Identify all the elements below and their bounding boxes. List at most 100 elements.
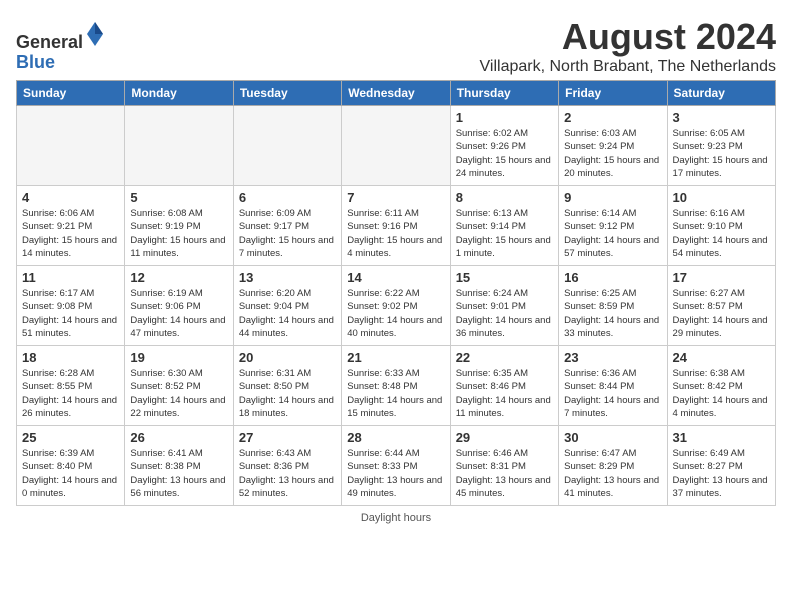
- table-row: 31 Sunrise: 6:49 AMSunset: 8:27 PMDayligh…: [667, 426, 775, 506]
- cell-info: Sunrise: 6:47 AMSunset: 8:29 PMDaylight:…: [564, 447, 661, 500]
- table-row: 14Sunrise: 6:22 AMSunset: 9:02 PMDayligh…: [342, 266, 450, 346]
- subtitle: Villapark, North Brabant, The Netherland…: [480, 58, 776, 76]
- calendar-week-row: 25 Sunrise: 6:39 AMSunset: 8:40 PMDayligh…: [17, 426, 776, 506]
- table-row: 19Sunrise: 6:30 AMSunset: 8:52 PMDayligh…: [125, 346, 233, 426]
- table-row: 21Sunrise: 6:33 AMSunset: 8:48 PMDayligh…: [342, 346, 450, 426]
- logo-blue-text: Blue: [16, 52, 55, 72]
- cell-day-number: 18: [22, 350, 119, 365]
- table-row: 30 Sunrise: 6:47 AMSunset: 8:29 PMDayligh…: [559, 426, 667, 506]
- table-row: 12 Sunrise: 6:19 AMSunset: 9:06 PMDayligh…: [125, 266, 233, 346]
- cell-day-number: 25: [22, 430, 119, 445]
- cell-info: Sunrise: 6:41 AMSunset: 8:38 PMDaylight:…: [130, 447, 227, 500]
- table-row: 10 Sunrise: 6:16 AMSunset: 9:10 PMDayligh…: [667, 186, 775, 266]
- cell-day-number: 10: [673, 190, 770, 205]
- table-row: 2 Sunrise: 6:03 AMSunset: 9:24 PMDaylight…: [559, 106, 667, 186]
- cell-day-number: 22: [456, 350, 553, 365]
- cell-day-number: 15: [456, 270, 553, 285]
- calendar-week-row: 18 Sunrise: 6:28 AMSunset: 8:55 PMDayligh…: [17, 346, 776, 426]
- table-row: 6Sunrise: 6:09 AMSunset: 9:17 PMDaylight…: [233, 186, 341, 266]
- cell-day-number: 8: [456, 190, 553, 205]
- cell-day-number: 17: [673, 270, 770, 285]
- cell-info: Sunrise: 6:27 AMSunset: 8:57 PMDaylight:…: [673, 287, 770, 340]
- calendar-header-cell: Wednesday: [342, 81, 450, 106]
- calendar-header-cell: Sunday: [17, 81, 125, 106]
- table-row: 15 Sunrise: 6:24 AMSunset: 9:01 PMDayligh…: [450, 266, 558, 346]
- calendar-header-cell: Friday: [559, 81, 667, 106]
- calendar-week-row: 4 Sunrise: 6:06 AMSunset: 9:21 PMDaylight…: [17, 186, 776, 266]
- cell-day-number: 30: [564, 430, 661, 445]
- calendar-week-row: 11 Sunrise: 6:17 AMSunset: 9:08 PMDayligh…: [17, 266, 776, 346]
- calendar-body: 1 Sunrise: 6:02 AMSunset: 9:26 PMDaylight…: [17, 106, 776, 506]
- cell-info: Sunrise: 6:02 AMSunset: 9:26 PMDaylight:…: [456, 127, 553, 180]
- title-area: August 2024 Villapark, North Brabant, Th…: [480, 16, 776, 76]
- cell-info: Sunrise: 6:03 AMSunset: 9:24 PMDaylight:…: [564, 127, 661, 180]
- table-row: [125, 106, 233, 186]
- cell-day-number: 31: [673, 430, 770, 445]
- table-row: [17, 106, 125, 186]
- cell-info: Sunrise: 6:39 AMSunset: 8:40 PMDaylight:…: [22, 447, 119, 500]
- table-row: 27Sunrise: 6:43 AMSunset: 8:36 PMDayligh…: [233, 426, 341, 506]
- table-row: 11 Sunrise: 6:17 AMSunset: 9:08 PMDayligh…: [17, 266, 125, 346]
- table-row: 24 Sunrise: 6:38 AMSunset: 8:42 PMDayligh…: [667, 346, 775, 426]
- table-row: 16 Sunrise: 6:25 AMSunset: 8:59 PMDayligh…: [559, 266, 667, 346]
- cell-info: Sunrise: 6:17 AMSunset: 9:08 PMDaylight:…: [22, 287, 119, 340]
- cell-info: Sunrise: 6:20 AMSunset: 9:04 PMDaylight:…: [239, 287, 336, 340]
- cell-info: Sunrise: 6:31 AMSunset: 8:50 PMDaylight:…: [239, 367, 336, 420]
- calendar-week-row: 1 Sunrise: 6:02 AMSunset: 9:26 PMDaylight…: [17, 106, 776, 186]
- cell-day-number: 13: [239, 270, 336, 285]
- calendar-header-cell: Thursday: [450, 81, 558, 106]
- cell-info: Sunrise: 6:33 AMSunset: 8:48 PMDaylight:…: [347, 367, 444, 420]
- cell-info: Sunrise: 6:49 AMSunset: 8:27 PMDaylight:…: [673, 447, 770, 500]
- table-row: 22 Sunrise: 6:35 AMSunset: 8:46 PMDayligh…: [450, 346, 558, 426]
- main-title: August 2024: [480, 16, 776, 58]
- calendar-header-cell: Monday: [125, 81, 233, 106]
- cell-day-number: 16: [564, 270, 661, 285]
- cell-info: Sunrise: 6:05 AMSunset: 9:23 PMDaylight:…: [673, 127, 770, 180]
- cell-info: Sunrise: 6:06 AMSunset: 9:21 PMDaylight:…: [22, 207, 119, 260]
- cell-info: Sunrise: 6:13 AMSunset: 9:14 PMDaylight:…: [456, 207, 553, 260]
- table-row: [342, 106, 450, 186]
- cell-day-number: 23: [564, 350, 661, 365]
- cell-info: Sunrise: 6:35 AMSunset: 8:46 PMDaylight:…: [456, 367, 553, 420]
- table-row: 25 Sunrise: 6:39 AMSunset: 8:40 PMDayligh…: [17, 426, 125, 506]
- cell-day-number: 27: [239, 430, 336, 445]
- table-row: 3Sunrise: 6:05 AMSunset: 9:23 PMDaylight…: [667, 106, 775, 186]
- cell-day-number: 28: [347, 430, 444, 445]
- logo: General Blue: [16, 20, 105, 73]
- table-row: 29Sunrise: 6:46 AMSunset: 8:31 PMDayligh…: [450, 426, 558, 506]
- cell-day-number: 7: [347, 190, 444, 205]
- cell-day-number: 14: [347, 270, 444, 285]
- logo-general-text: General: [16, 32, 83, 52]
- calendar-header-cell: Tuesday: [233, 81, 341, 106]
- cell-info: Sunrise: 6:30 AMSunset: 8:52 PMDaylight:…: [130, 367, 227, 420]
- cell-info: Sunrise: 6:28 AMSunset: 8:55 PMDaylight:…: [22, 367, 119, 420]
- cell-day-number: 12: [130, 270, 227, 285]
- table-row: 5Sunrise: 6:08 AMSunset: 9:19 PMDaylight…: [125, 186, 233, 266]
- calendar: SundayMondayTuesdayWednesdayThursdayFrid…: [16, 80, 776, 506]
- cell-info: Sunrise: 6:38 AMSunset: 8:42 PMDaylight:…: [673, 367, 770, 420]
- table-row: 4 Sunrise: 6:06 AMSunset: 9:21 PMDaylight…: [17, 186, 125, 266]
- cell-info: Sunrise: 6:11 AMSunset: 9:16 PMDaylight:…: [347, 207, 444, 260]
- cell-day-number: 24: [673, 350, 770, 365]
- table-row: 26Sunrise: 6:41 AMSunset: 8:38 PMDayligh…: [125, 426, 233, 506]
- table-row: 18 Sunrise: 6:28 AMSunset: 8:55 PMDayligh…: [17, 346, 125, 426]
- cell-info: Sunrise: 6:24 AMSunset: 9:01 PMDaylight:…: [456, 287, 553, 340]
- cell-day-number: 1: [456, 110, 553, 125]
- calendar-header-row: SundayMondayTuesdayWednesdayThursdayFrid…: [17, 81, 776, 106]
- cell-info: Sunrise: 6:19 AMSunset: 9:06 PMDaylight:…: [130, 287, 227, 340]
- cell-info: Sunrise: 6:36 AMSunset: 8:44 PMDaylight:…: [564, 367, 661, 420]
- logo-icon: [85, 20, 105, 48]
- cell-day-number: 5: [130, 190, 227, 205]
- cell-info: Sunrise: 6:25 AMSunset: 8:59 PMDaylight:…: [564, 287, 661, 340]
- table-row: [233, 106, 341, 186]
- cell-day-number: 9: [564, 190, 661, 205]
- cell-info: Sunrise: 6:16 AMSunset: 9:10 PMDaylight:…: [673, 207, 770, 260]
- cell-day-number: 11: [22, 270, 119, 285]
- table-row: 7 Sunrise: 6:11 AMSunset: 9:16 PMDaylight…: [342, 186, 450, 266]
- cell-info: Sunrise: 6:14 AMSunset: 9:12 PMDaylight:…: [564, 207, 661, 260]
- cell-day-number: 4: [22, 190, 119, 205]
- cell-day-number: 2: [564, 110, 661, 125]
- footer-note: Daylight hours: [16, 512, 776, 524]
- cell-day-number: 6: [239, 190, 336, 205]
- table-row: 8 Sunrise: 6:13 AMSunset: 9:14 PMDaylight…: [450, 186, 558, 266]
